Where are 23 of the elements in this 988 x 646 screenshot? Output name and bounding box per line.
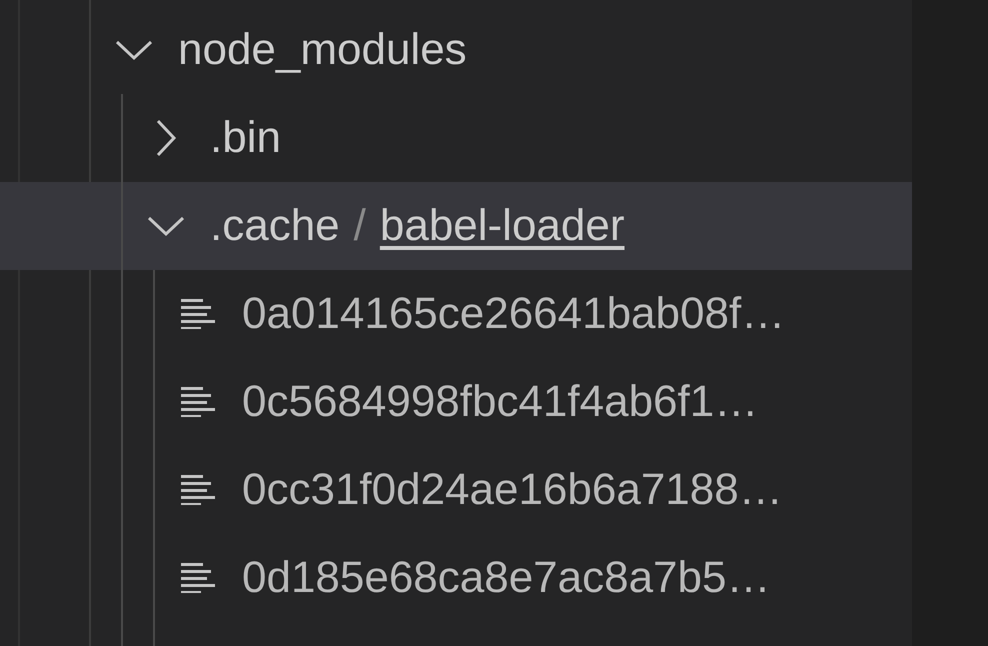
folder-row[interactable]: node_modules	[0, 6, 912, 94]
folder-row[interactable]: .bin	[0, 94, 912, 182]
file-row[interactable]: 0c5684998fbc41f4ab6f1…	[0, 358, 912, 446]
path-separator: /	[354, 204, 366, 248]
file-row[interactable]: 0a014165ce26641bab08f…	[0, 270, 912, 358]
file-name: 0a014165ce26641bab08f…	[242, 292, 786, 336]
file-row[interactable]: 0cc31f0d24ae16b6a7188…	[0, 446, 912, 534]
chevron-down-icon	[146, 214, 186, 238]
file-name: 0d185e68ca8e7ac8a7b5…	[242, 556, 770, 600]
folder-row[interactable]: .cache / babel-loader	[0, 182, 912, 270]
file-name: 0cc31f0d24ae16b6a7188…	[242, 468, 783, 512]
folder-name: .bin	[210, 116, 281, 160]
file-row[interactable]: 0d185e68ca8e7ac8a7b5…	[0, 534, 912, 622]
file-lines-icon	[181, 563, 215, 593]
folder-name: node_modules	[178, 28, 467, 72]
file-name: 0c5684998fbc41f4ab6f1…	[242, 380, 758, 424]
chevron-right-icon	[154, 118, 178, 158]
folder-name: .cache	[210, 204, 340, 248]
chevron-down-icon	[114, 38, 154, 62]
file-lines-icon	[181, 387, 215, 417]
file-lines-icon	[181, 299, 215, 329]
file-lines-icon	[181, 475, 215, 505]
subfolder-link[interactable]: babel-loader	[380, 204, 624, 248]
